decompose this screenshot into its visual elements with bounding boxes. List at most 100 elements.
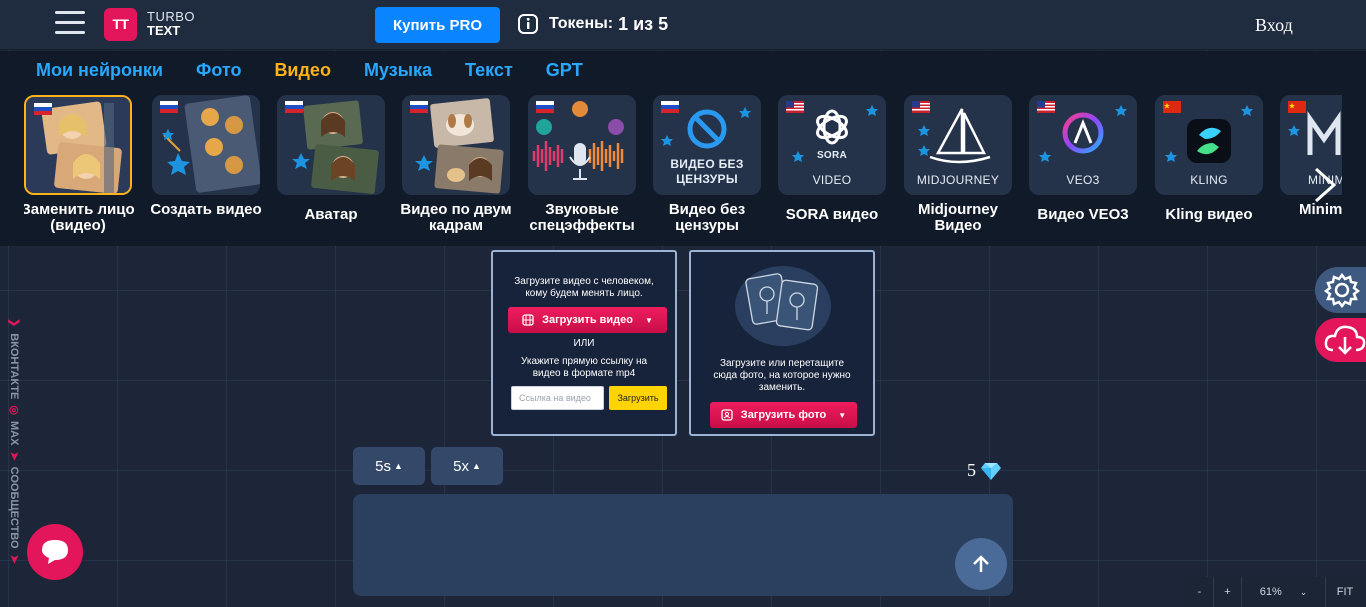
vk-link[interactable]: ВКОНТАКТЕ — [9, 333, 21, 399]
site-logo[interactable]: TT TURBO TEXT — [104, 7, 195, 41]
flag-ru-icon — [285, 101, 303, 113]
tokens-counter: Токены: 1 из 5 — [517, 13, 668, 35]
thumb-label: SORA — [816, 150, 848, 161]
zoom-bar: - + 61% ⌄ FIT — [1186, 577, 1366, 607]
caret-up-icon: ▲ — [393, 461, 403, 471]
telegram-icon-2: ➤ — [8, 554, 20, 564]
chat-button[interactable] — [27, 524, 83, 580]
upload-photo-panel: Загрузите или перетащите сюда фото, на к… — [689, 250, 875, 436]
card-caption: Видео по двум кадрам — [400, 201, 512, 234]
photo-upload-illustration — [735, 266, 831, 346]
duration-select[interactable]: 5s ▲ — [353, 447, 425, 485]
tool-cards: Заменить лицо (видео) Создать видео Ават… — [24, 95, 1342, 245]
card-avatar[interactable]: Аватар — [277, 95, 385, 223]
card-caption: Kling видео — [1165, 206, 1253, 223]
upload-video-button[interactable]: Загрузить видео ▼ — [508, 307, 667, 333]
card-caption: Заменить лицо (видео) — [24, 201, 135, 234]
upload-photo-button[interactable]: Загрузить фото ▼ — [710, 402, 857, 428]
card-caption: Midjourney Видео — [917, 201, 998, 234]
login-link[interactable]: Вход — [1255, 15, 1293, 36]
flag-us-icon — [1037, 101, 1055, 113]
multiplier-select[interactable]: 5x ▲ — [431, 447, 503, 485]
image-icon — [721, 409, 733, 421]
thumb-label: KLING — [1190, 173, 1228, 187]
upload-photo-label: Загрузить фото — [740, 409, 827, 421]
tab-video[interactable]: Видео — [274, 60, 331, 81]
or-text: ИЛИ — [573, 338, 595, 349]
chevron-down-icon: ⌄ — [1299, 586, 1308, 597]
arrow-up-icon — [973, 555, 989, 572]
thumb-label-2: VIDEO — [812, 173, 852, 187]
upload-video-panel: Загрузите видео с человеком, кому будем … — [491, 250, 677, 436]
card-uncensored-video[interactable]: ВИДЕО БЕЗ ЦЕНЗУРЫ Видео без цензуры — [653, 95, 761, 234]
flag-ru-icon — [661, 101, 679, 113]
zoom-out-button[interactable]: - — [1186, 577, 1214, 607]
card-caption: Видео без цензуры — [668, 201, 746, 234]
social-links: ❯ ВКОНТАКТЕ ◎ MAX ➤ СООБЩЕСТВО ➤ — [3, 318, 21, 607]
upload-video-text: Загрузите видео с человеком, кому будем … — [514, 276, 654, 299]
category-tabs: Мои нейронки Фото Видео Музыка Текст GPT — [36, 60, 616, 81]
buy-pro-button[interactable]: Купить PRO — [375, 7, 500, 43]
zoom-fit-button[interactable]: FIT — [1326, 577, 1364, 607]
flag-ru-icon — [34, 103, 52, 115]
load-url-button[interactable]: Загрузить — [609, 386, 667, 410]
community-link[interactable]: СООБЩЕСТВО — [9, 467, 21, 549]
logo-line2: TEXT — [147, 23, 181, 38]
diamond-icon — [981, 462, 1001, 480]
chevron-right-icon[interactable] — [1310, 165, 1340, 205]
thumb-label: ВИДЕО БЕЗ ЦЕНЗУРЫ — [670, 157, 744, 186]
multiplier-value: 5x — [453, 457, 469, 475]
video-url-input[interactable] — [511, 386, 604, 410]
vk-icon: ❯ — [8, 318, 20, 328]
flag-us-icon — [912, 101, 930, 113]
tab-music[interactable]: Музыка — [364, 60, 432, 81]
chat-bubble-icon — [42, 540, 68, 564]
flag-ru-icon — [410, 101, 428, 113]
info-icon[interactable] — [517, 13, 539, 35]
upload-video-label: Загрузить видео — [542, 314, 633, 326]
caret-down-icon: ▼ — [838, 410, 847, 420]
zoom-level-select[interactable]: 61% ⌄ — [1242, 577, 1326, 607]
caret-down-icon: ▼ — [645, 315, 653, 325]
zoom-level-value: 61% — [1259, 586, 1282, 598]
card-caption: Аватар — [304, 206, 358, 223]
gear-icon — [1323, 272, 1361, 309]
flag-cn-icon — [1163, 101, 1181, 113]
hamburger-menu-icon[interactable] — [55, 11, 85, 35]
card-caption: Звуковые спецэффекты — [529, 201, 635, 234]
send-button[interactable] — [955, 538, 1007, 590]
card-veo3-video[interactable]: VEO3 Видео VEO3 — [1029, 95, 1137, 223]
card-caption: Создать видео — [150, 201, 262, 218]
card-kling-video[interactable]: KLING Kling видео — [1155, 95, 1263, 223]
max-link[interactable]: MAX — [9, 421, 21, 445]
tab-photo[interactable]: Фото — [196, 60, 241, 81]
zoom-in-button[interactable]: + — [1214, 577, 1242, 607]
credits-cost: 5 — [967, 460, 1002, 481]
card-caption: Видео VEO3 — [1037, 206, 1129, 223]
caret-up-icon: ▲ — [471, 461, 481, 471]
cloud-download-icon — [1324, 325, 1366, 355]
flag-ru-icon — [160, 101, 178, 113]
card-create-video[interactable]: Создать видео — [150, 95, 262, 218]
download-button[interactable] — [1315, 318, 1366, 362]
tab-gpt[interactable]: GPT — [546, 60, 583, 81]
film-icon — [522, 314, 534, 326]
prompt-input[interactable] — [353, 494, 943, 596]
card-caption: SORA видео — [785, 206, 879, 223]
top-header: TT TURBO TEXT Купить PRO Токены: 1 из 5 … — [0, 0, 1366, 50]
credits-value: 5 — [967, 460, 976, 480]
settings-button[interactable] — [1315, 267, 1366, 313]
tab-my-networks[interactable]: Мои нейронки — [36, 60, 163, 81]
card-sora-video[interactable]: SORA VIDEO SORA видео — [778, 95, 886, 223]
prompt-box — [353, 494, 1013, 596]
upload-photo-text: Загрузите или перетащите сюда фото, на к… — [713, 358, 851, 393]
logo-line1: TURBO — [147, 9, 195, 24]
link-hint-text: Укажите прямую ссылку на видео в формате… — [520, 356, 648, 379]
card-sound-effects[interactable]: Звуковые спецэффекты — [528, 95, 636, 234]
tokens-label: Токены: — [549, 15, 614, 32]
card-two-frames-video[interactable]: Видео по двум кадрам — [400, 95, 512, 234]
card-midjourney-video[interactable]: MIDJOURNEY Midjourney Видео — [904, 95, 1012, 234]
card-face-swap-video[interactable]: Заменить лицо (видео) — [24, 95, 135, 234]
tab-text[interactable]: Текст — [465, 60, 513, 81]
thumb-label: MIDJOURNEY — [916, 173, 1000, 187]
